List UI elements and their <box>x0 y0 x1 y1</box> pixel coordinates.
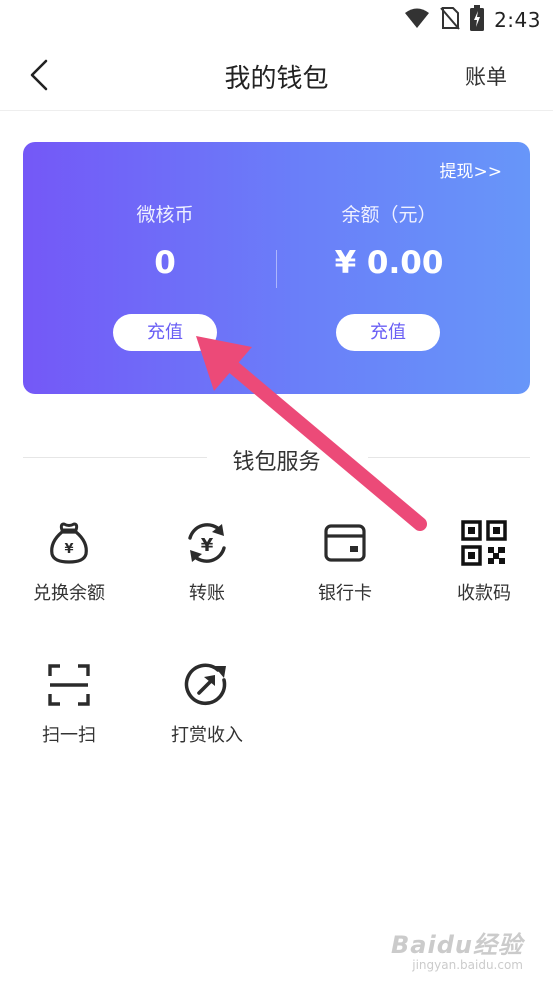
status-bar: 2:43 <box>0 0 553 40</box>
wifi-icon <box>404 7 430 33</box>
transfer-yuan-icon: ¥ <box>188 523 226 563</box>
nav-bar: 我的钱包 账单 <box>0 40 553 111</box>
withdraw-link[interactable]: 提现>> <box>440 157 503 182</box>
recharge-coins-button[interactable]: 充值 <box>113 314 217 351</box>
qr-code-icon <box>461 520 507 566</box>
bill-link[interactable]: 账单 <box>465 61 507 91</box>
wallet-card: 提现>> 微核币 0 余额（元） ¥ 0.00 充值 充值 <box>23 142 530 394</box>
service-label: 转账 <box>189 583 225 604</box>
service-transfer[interactable]: ¥ 转账 <box>138 520 276 630</box>
balance-label: 余额（元） <box>341 204 437 226</box>
service-label: 扫一扫 <box>42 725 96 746</box>
watermark-url: jingyan.baidu.com <box>412 958 523 972</box>
service-bank-card[interactable]: 银行卡 <box>276 520 414 630</box>
card-divider <box>276 250 277 288</box>
service-scan[interactable]: 扫一扫 <box>0 662 138 772</box>
recharge-balance-button[interactable]: 充值 <box>336 314 440 351</box>
reward-income-icon <box>184 663 227 706</box>
battery-charging-icon <box>470 5 485 35</box>
coins-value: 0 <box>154 245 176 281</box>
svg-text:¥: ¥ <box>201 535 214 556</box>
scan-icon <box>48 664 90 706</box>
money-bag-icon: ¥ <box>50 522 88 564</box>
status-icons: 2:43 <box>404 5 541 35</box>
service-label: 兑换余额 <box>33 583 105 604</box>
service-receive-code[interactable]: 收款码 <box>415 520 553 630</box>
status-time: 2:43 <box>494 8 541 32</box>
coins-label: 微核币 <box>136 204 194 226</box>
service-exchange-balance[interactable]: ¥ 兑换余额 <box>0 520 138 630</box>
balance-value: ¥ 0.00 <box>334 245 444 281</box>
services-title: 钱包服务 <box>232 450 321 475</box>
service-label: 收款码 <box>457 583 511 604</box>
balance-column: 余额（元） ¥ 0.00 <box>289 200 489 281</box>
no-sim-icon <box>440 6 460 34</box>
services-header: 钱包服务 <box>0 438 553 478</box>
service-label: 打赏收入 <box>171 725 243 746</box>
divider-line-right <box>368 457 530 458</box>
svg-text:¥: ¥ <box>64 542 73 557</box>
watermark: Baidu经验 jingyan.baidu.com <box>391 925 523 972</box>
watermark-brand: Baidu经验 <box>391 931 523 959</box>
service-reward-income[interactable]: 打赏收入 <box>138 662 276 772</box>
bank-card-icon <box>324 524 366 562</box>
service-label: 银行卡 <box>318 583 372 604</box>
coins-column: 微核币 0 <box>65 200 265 281</box>
